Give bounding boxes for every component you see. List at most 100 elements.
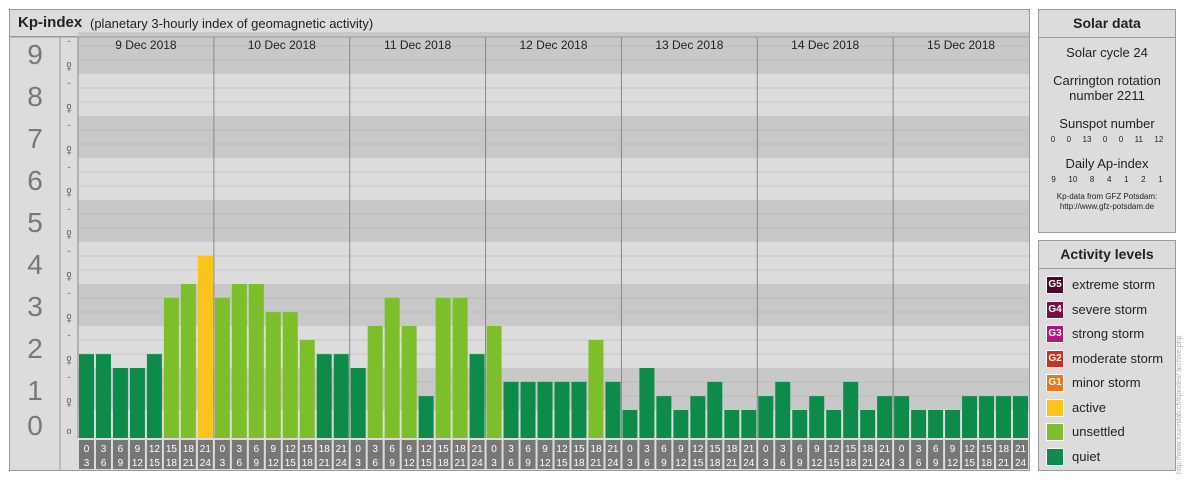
y-sublabel: - [68, 120, 71, 130]
sunspot-value: 12 [1154, 135, 1164, 144]
kp-bar [843, 381, 859, 438]
time-end-label: 3 [220, 458, 226, 469]
level-label: strong storm [1072, 326, 1145, 341]
kp-bar [180, 284, 196, 438]
sunspot-value: 0 [1066, 135, 1072, 144]
ap-value: 2 [1141, 175, 1146, 184]
time-start-label: 3 [372, 444, 378, 455]
ap-value: 8 [1089, 175, 1095, 184]
y-sublabel: - [68, 204, 71, 214]
kp-bar [1013, 396, 1028, 438]
sunspot-value: 13 [1082, 135, 1092, 144]
time-end-label: 3 [627, 458, 633, 469]
time-start-label: 9 [542, 444, 548, 455]
kp-bar [95, 354, 111, 438]
time-start-label: 0 [491, 444, 497, 455]
kp-bar [758, 396, 774, 438]
day-label: 11 Dec 2018 [384, 38, 451, 52]
time-start-label: 12 [149, 444, 161, 455]
kp-bar [911, 410, 927, 438]
kp-bar [860, 410, 876, 438]
time-end-label: 12 [268, 458, 280, 469]
y-sublabel: o [66, 59, 71, 69]
credit-line-1: Kp-data from GFZ Potsdam: [1056, 192, 1158, 201]
day-label: 10 Dec 2018 [248, 38, 316, 52]
time-end-label: 6 [508, 458, 514, 469]
time-end-label: 6 [237, 458, 243, 469]
time-start-label: 0 [355, 444, 361, 455]
time-end-label: 21 [183, 458, 195, 469]
level-label: quiet [1072, 448, 1101, 464]
time-start-label: 21 [336, 444, 348, 455]
time-end-label: 15 [285, 458, 297, 469]
time-start-label: 9 [271, 444, 277, 455]
time-end-label: 18 [709, 458, 721, 469]
time-end-label: 18 [981, 458, 993, 469]
y-sublabel: o [66, 269, 71, 279]
y-level-label: 5 [27, 207, 43, 238]
ap-value: 10 [1068, 175, 1078, 184]
level-label: moderate storm [1072, 350, 1164, 366]
time-end-label: 6 [916, 458, 922, 469]
time-start-label: 18 [455, 444, 467, 455]
time-start-label: 3 [508, 444, 514, 455]
kp-bar [129, 368, 145, 438]
time-end-label: 6 [101, 458, 107, 469]
time-end-label: 15 [421, 458, 433, 469]
solar-data-title: Solar data [1039, 10, 1175, 38]
time-start-label: 18 [590, 444, 602, 455]
time-start-label: 6 [118, 444, 124, 455]
y-sublabel: - [68, 288, 71, 298]
time-end-label: 15 [692, 458, 704, 469]
kp-bar [486, 326, 502, 438]
time-start-label: 6 [797, 444, 803, 455]
time-end-label: 24 [472, 458, 484, 469]
kp-bar [265, 312, 281, 438]
sunspot-label: Sunspot number [1059, 116, 1155, 131]
sunspot-value: 0 [1050, 135, 1056, 144]
time-start-label: 3 [916, 444, 922, 455]
day-label: 13 Dec 2018 [655, 38, 723, 52]
ap-value: 9 [1051, 175, 1056, 184]
y-sublabel: o [66, 185, 71, 195]
y-level-label: 8 [27, 81, 43, 112]
y-sublabel: o [66, 227, 71, 237]
time-start-label: 0 [899, 444, 905, 455]
day-label: 12 Dec 2018 [519, 38, 587, 52]
time-end-label: 21 [862, 458, 874, 469]
time-start-label: 18 [183, 444, 195, 455]
ap-label: Daily Ap-index [1065, 156, 1149, 171]
time-start-label: 18 [726, 444, 738, 455]
kp-bar [792, 410, 808, 438]
kp-bar [877, 396, 893, 438]
kp-bar [673, 410, 689, 438]
time-start-label: 12 [692, 444, 704, 455]
time-end-label: 21 [998, 458, 1010, 469]
kp-bar [350, 368, 366, 438]
band [78, 200, 1029, 242]
y-level-label: 9 [27, 39, 43, 70]
level-swatch: G3 [1046, 325, 1064, 343]
kp-bar [928, 410, 944, 438]
kp-bar [299, 339, 315, 438]
level-label: unsettled [1072, 424, 1125, 439]
y-sublabel: - [68, 162, 71, 172]
time-end-label: 24 [879, 458, 891, 469]
time-start-label: 0 [220, 444, 226, 455]
kp-bar [384, 297, 400, 438]
kp-bar [146, 354, 162, 438]
time-start-label: 12 [828, 444, 840, 455]
time-start-label: 12 [964, 444, 976, 455]
time-start-label: 6 [933, 444, 939, 455]
day-label: 15 Dec 2018 [927, 38, 995, 52]
time-end-label: 24 [200, 458, 212, 469]
kp-bar [282, 312, 298, 438]
kp-bar [333, 354, 349, 438]
time-end-label: 24 [607, 458, 619, 469]
kp-bar [452, 297, 468, 438]
kp-bar [826, 410, 842, 438]
level-label: severe storm [1072, 301, 1148, 317]
band [78, 242, 1029, 284]
kp-chart-panel: Kp-index (planetary 3-hourly index of ge… [9, 9, 1030, 471]
credit-link[interactable]: http://www.gfz-potsdam.de [1039, 202, 1175, 212]
